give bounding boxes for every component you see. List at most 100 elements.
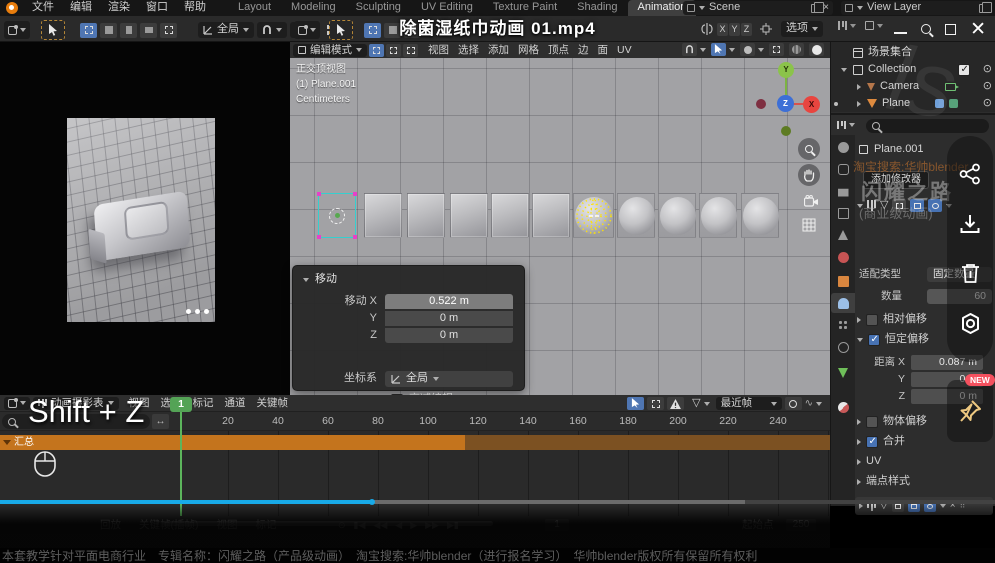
topbar-menu[interactable]: 渲染 (100, 1, 138, 14)
modifier-section-row[interactable]: 恒定偏移 (857, 333, 929, 346)
filter-icon[interactable] (837, 121, 846, 129)
expand-caret-icon[interactable] (857, 101, 861, 107)
expand-caret-icon[interactable] (857, 419, 861, 425)
transform-value-field[interactable]: 0 m (385, 328, 513, 343)
only-selected-button[interactable] (627, 397, 644, 410)
sphere-object[interactable] (617, 193, 655, 238)
snap-mode-dropdown[interactable]: 最近帧 (716, 397, 782, 410)
collapse-caret-icon[interactable] (303, 278, 309, 282)
topbar-menu[interactable]: 帮助 (176, 1, 214, 14)
topbar-menu[interactable]: 编辑 (62, 1, 100, 14)
tab-view-layer-icon[interactable] (831, 203, 855, 223)
eye-icon[interactable]: ⊙ (983, 63, 992, 76)
pan-hand-button[interactable] (798, 164, 820, 186)
falloff-sphere-button[interactable] (740, 43, 755, 56)
face-select-button[interactable] (403, 44, 418, 57)
tab-tool-icon[interactable] (831, 137, 855, 157)
tab-particles-icon[interactable] (831, 315, 855, 335)
overlays-button[interactable] (789, 43, 804, 56)
summary-channel-row[interactable]: 汇总 (0, 435, 465, 450)
close-icon[interactable]: ✕ (970, 20, 986, 39)
close-icon[interactable]: × (823, 2, 829, 14)
proportional-edit-button[interactable] (785, 397, 802, 410)
scene-selector[interactable]: Scene × (683, 1, 833, 15)
section-checkbox[interactable] (866, 436, 878, 448)
sphere-object[interactable] (658, 193, 696, 238)
outliner-row[interactable]: Collection ⊙ (831, 61, 995, 78)
toggle-grid-button[interactable] (798, 214, 820, 236)
modifier-section-row[interactable]: 相对偏移 (857, 313, 927, 326)
transform-panel[interactable]: 移动 移动 X 0.522 m Y 0 m Z 0 m (292, 265, 525, 391)
tab-scene-icon[interactable] (831, 225, 855, 245)
maximize-icon[interactable] (945, 24, 956, 35)
view-layer-selector[interactable]: View Layer (841, 1, 991, 15)
collapse-caret-icon[interactable] (857, 204, 863, 208)
vertex-select-button[interactable] (369, 44, 384, 57)
collapse-caret-icon[interactable] (3, 440, 11, 445)
expand-caret-icon[interactable] (841, 68, 847, 72)
add-modifier-button[interactable]: 添加修改器 (863, 171, 929, 189)
pin-tool[interactable]: NEW (947, 380, 993, 442)
sphere-object[interactable] (741, 193, 779, 238)
left-3d-viewport[interactable] (0, 42, 290, 395)
outliner-item-label[interactable]: Camera (880, 80, 919, 93)
tab-object-icon[interactable] (831, 271, 855, 291)
render-toggle[interactable] (928, 199, 942, 212)
timeline-menu[interactable]: 标记 (193, 397, 214, 410)
expand-caret-icon[interactable] (857, 439, 861, 445)
edit-mode-toggle[interactable] (892, 199, 906, 212)
errors-button[interactable] (667, 397, 684, 410)
properties-search-input[interactable] (866, 119, 989, 133)
trash-icon[interactable] (960, 262, 981, 284)
gizmo-axis-minus-y[interactable] (781, 126, 791, 136)
editor-menu[interactable]: 选择 (458, 44, 479, 57)
modifier-section-row[interactable]: 物体偏移 (857, 415, 927, 428)
copy-icon[interactable] (979, 4, 987, 13)
scene-collection-label[interactable]: 场景集合 (868, 46, 912, 59)
zoom-button[interactable] (798, 138, 820, 160)
modifier-header[interactable]: ▽ (857, 199, 952, 212)
orientation-dropdown[interactable]: 全局 (385, 371, 513, 387)
workspace-tab[interactable]: Layout (228, 0, 281, 16)
editor-menu[interactable]: UV (617, 44, 632, 57)
modifier-section-row[interactable]: UV (857, 455, 881, 468)
editor-menu[interactable]: 添加 (488, 44, 509, 57)
timeline-menu[interactable]: 通道 (225, 397, 246, 410)
edit-viewport[interactable]: 编辑模式 视图选择添加网格顶点边面UV (290, 42, 830, 395)
copy-icon[interactable] (811, 4, 819, 13)
tab-world-icon[interactable] (831, 247, 855, 267)
outliner-item-label[interactable]: Collection (868, 63, 916, 76)
timeline-menu[interactable]: 关键帧 (257, 397, 289, 410)
edit-mode-sphere-object[interactable] (573, 193, 614, 238)
plane-object[interactable] (450, 193, 488, 238)
proportional-edit-button[interactable] (711, 43, 726, 56)
topbar-menu[interactable]: 文件 (24, 1, 62, 14)
tab-render-icon[interactable] (831, 159, 855, 179)
modifier-section-row[interactable]: 端点样式 (857, 475, 910, 488)
expand-caret-icon[interactable] (857, 338, 863, 342)
gizmo-axis-x[interactable]: X (803, 96, 820, 113)
editor-menu[interactable]: 视图 (428, 44, 449, 57)
camera-view-button[interactable] (800, 190, 822, 212)
workspace-tab[interactable]: Texture Paint (483, 0, 567, 16)
settings-icon[interactable] (959, 312, 982, 335)
mode-dropdown[interactable]: 编辑模式 (293, 44, 367, 57)
tab-physics-icon[interactable] (831, 337, 855, 357)
workspace-tab[interactable]: UV Editing (411, 0, 483, 16)
expand-caret-icon[interactable] (857, 459, 861, 465)
tab-object-data-icon[interactable] (831, 363, 855, 383)
blender-logo-icon[interactable] (6, 2, 18, 14)
plane-object[interactable] (491, 193, 529, 238)
plane-object[interactable] (364, 193, 402, 238)
editor-menu[interactable]: 面 (598, 44, 609, 57)
outliner-item-label[interactable]: Plane (882, 97, 910, 110)
topbar-menu[interactable]: 窗口 (138, 1, 176, 14)
expand-caret-icon[interactable] (857, 479, 861, 485)
snap-magnet-button[interactable] (682, 43, 697, 56)
modifier-section-row[interactable]: 合并 (857, 435, 905, 448)
hidden-objects-button[interactable] (647, 397, 664, 410)
show-gizmo-button[interactable] (769, 43, 784, 56)
outliner-row[interactable]: Plane ⊙ (831, 95, 995, 112)
gizmo-axis-z[interactable]: Z (777, 95, 794, 112)
edge-select-button[interactable] (386, 44, 401, 57)
